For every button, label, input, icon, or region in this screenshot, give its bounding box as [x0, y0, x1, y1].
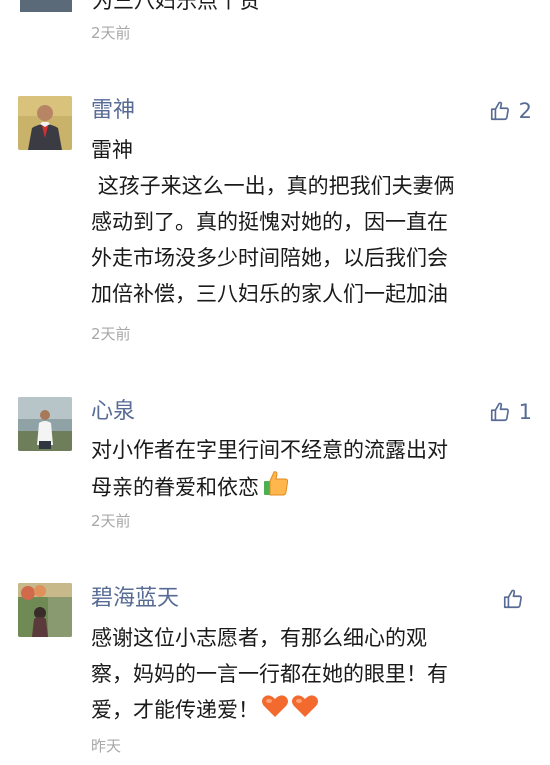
- comment-line: 雷神: [91, 138, 133, 162]
- comment-time: 昨天: [91, 737, 122, 755]
- comment-line: 加倍补偿，三八妇乐的家人们一起加油: [91, 282, 448, 306]
- thumbs-up-emoji-icon: [261, 468, 291, 509]
- comment-line: 这孩子来这么一出，真的把我们夫妻俩: [91, 174, 455, 198]
- comments-page: 为三八妇乐点个赞 2天前 雷神 2 雷神 这孩子来这么一出，真的把我们夫妻俩 感…: [0, 0, 550, 765]
- comment-line-with-emoji: 爱，才能传递爱！: [91, 692, 523, 730]
- like-count: 1: [518, 400, 532, 424]
- nickname[interactable]: 碧海蓝天: [91, 586, 179, 612]
- comment-line: 感谢这位小志愿者，有那么细心的观: [91, 626, 427, 650]
- comment-time: 2天前: [91, 325, 131, 343]
- thumbs-up-icon: [502, 588, 524, 610]
- comment-text: 为三八妇乐点个赞: [92, 0, 260, 13]
- nickname[interactable]: 雷神: [91, 98, 135, 124]
- comment-partial: 为三八妇乐点个赞 2天前: [0, 0, 550, 60]
- nickname[interactable]: 心泉: [91, 399, 135, 425]
- comment-body: 感谢这位小志愿者，有那么细心的观 察，妈妈的一言一行都在她的眼里！有 爱，才能传递爱…: [91, 620, 523, 730]
- comment-line: 爱，才能传递爱！: [91, 698, 259, 722]
- avatar[interactable]: [20, 0, 72, 12]
- comment-line: 察，妈妈的一言一行都在她的眼里！有: [91, 662, 448, 686]
- thumbs-up-icon: [489, 100, 511, 122]
- comment-line: 对小作者在字里行间不经意的流露出对: [91, 438, 448, 462]
- avatar[interactable]: [18, 397, 72, 451]
- comment-line-with-emoji: 母亲的眷爱和依恋: [91, 468, 523, 509]
- like-count: 2: [518, 99, 532, 123]
- orange-heart-emoji-icon: [291, 693, 319, 730]
- like-button[interactable]: 2: [489, 98, 532, 124]
- orange-heart-emoji-icon: [261, 693, 289, 730]
- comment-time: 2天前: [91, 512, 131, 530]
- avatar[interactable]: [18, 96, 72, 150]
- comment-line: 外走市场没多少时间陪她，以后我们会: [91, 246, 448, 270]
- comment-body: 对小作者在字里行间不经意的流露出对 母亲的眷爱和依恋: [91, 432, 523, 509]
- comment-body: 雷神 这孩子来这么一出，真的把我们夫妻俩 感动到了。真的挺愧对她的，因一直在 外走市…: [91, 132, 523, 312]
- comment-time: 2天前: [91, 24, 131, 42]
- thumbs-up-icon: [489, 401, 511, 423]
- like-button[interactable]: [502, 586, 532, 612]
- like-button[interactable]: 1: [489, 399, 532, 425]
- comment-line: 感动到了。真的挺愧对她的，因一直在: [91, 210, 448, 234]
- comment-line: 母亲的眷爱和依恋: [91, 475, 259, 500]
- avatar[interactable]: [18, 583, 72, 637]
